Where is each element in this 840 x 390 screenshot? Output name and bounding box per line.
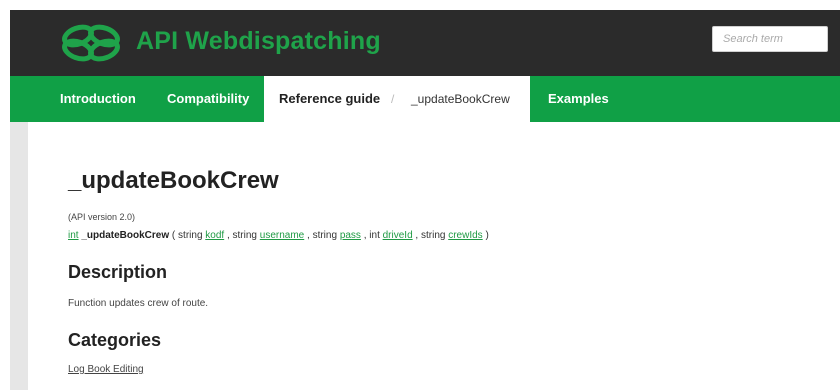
left-gutter [10, 122, 28, 390]
paren-close: ) [485, 230, 489, 241]
webdispatching-logo-icon[interactable] [58, 24, 128, 62]
paren-open: ( [171, 230, 176, 241]
param-link-pass[interactable]: pass [340, 230, 361, 241]
param-type: string [178, 230, 203, 241]
param-type: string [232, 230, 257, 241]
param-separator: , [307, 230, 310, 241]
api-version: (API version 2.0) [68, 212, 136, 222]
param-type: string [420, 230, 446, 241]
param-link-username[interactable]: username [260, 230, 304, 241]
return-type-link[interactable]: int [68, 230, 79, 241]
param-separator: , [415, 230, 419, 241]
description-text: Function updates crew of route. [68, 298, 209, 309]
nav-compatibility[interactable]: Compatibility [167, 76, 249, 122]
brand-title[interactable]: API Webdispatching [136, 27, 381, 56]
categories-heading: Categories [68, 330, 162, 350]
param-separator: , [363, 230, 367, 241]
function-signature: int _updateBookCrew ( string kodf , stri… [68, 230, 489, 241]
breadcrumb-current-page: _updateBookCrew [411, 92, 510, 106]
category-link-log-book-editing[interactable]: Log Book Editing [68, 364, 144, 375]
param-link-kodf[interactable]: kodf [205, 230, 224, 241]
top-header: API Webdispatching [10, 10, 840, 76]
main-nav: Introduction Compatibility Reference gui… [10, 76, 840, 126]
breadcrumb-reference-guide[interactable]: Reference guide [279, 76, 380, 122]
nav-examples[interactable]: Examples [548, 76, 609, 122]
breadcrumb-separator: / [391, 92, 395, 106]
description-heading: Description [68, 262, 168, 282]
param-type: int [369, 230, 380, 241]
param-separator: , [226, 230, 230, 241]
param-link-crewids[interactable]: crewIds [448, 230, 482, 241]
function-name: _updateBookCrew [81, 230, 170, 241]
param-link-driveid[interactable]: driveId [383, 230, 413, 241]
nav-reference-guide-tab: Reference guide / _updateBookCrew [264, 76, 530, 126]
page-title: _updateBookCrew [68, 167, 279, 194]
nav-introduction[interactable]: Introduction [60, 76, 136, 122]
search-input[interactable] [712, 26, 828, 52]
param-type: string [312, 230, 338, 241]
